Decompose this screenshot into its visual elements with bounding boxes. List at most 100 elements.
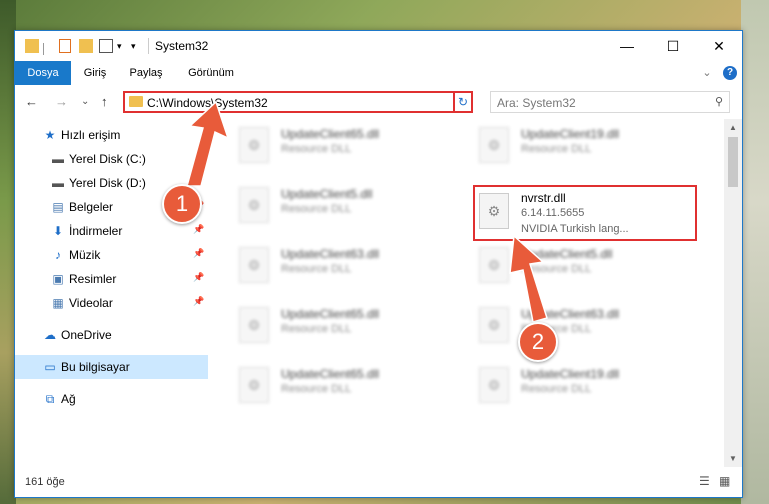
downloads-icon: ⬇	[52, 224, 64, 238]
recent-locations-icon[interactable]: ⌄	[81, 96, 89, 107]
tab-giris[interactable]: Giriş	[75, 61, 115, 85]
sidebar-item-label: Yerel Disk (C:)	[69, 152, 146, 166]
address-bar[interactable]: C:\Windows\System32 ⌄	[123, 91, 472, 113]
large-icons-view-icon[interactable]: ▦	[719, 474, 730, 488]
sidebar-item-local-disk-c[interactable]: ▬ Yerel Disk (C:)	[15, 147, 208, 171]
file-item[interactable]: ⚙ UpdateClient63.dll Resource DLL	[479, 303, 709, 347]
sidebar-item-videos[interactable]: ▦ Videolar 📌	[15, 291, 208, 315]
file-type: Resource DLL	[521, 143, 592, 155]
address-path: C:\Windows\System32	[147, 96, 268, 110]
file-type: Resource DLL	[281, 203, 352, 215]
ribbon-tabs: Dosya Giriş Paylaş Görünüm ⌄ ?	[15, 61, 742, 86]
folder-icon	[25, 39, 39, 53]
star-icon: ★	[44, 128, 56, 142]
file-item[interactable]: ⚙ UpdateClient63.dll Resource DLL	[239, 243, 469, 287]
tab-paylas[interactable]: Paylaş	[121, 61, 171, 85]
pin-icon: 📌	[193, 224, 205, 234]
dll-file-icon: ⚙	[239, 127, 269, 163]
ribbon-expand-icon[interactable]: ⌄	[699, 61, 715, 85]
file-type: Resource DLL	[521, 263, 592, 275]
dll-file-icon: ⚙	[479, 247, 509, 283]
videos-icon: ▦	[52, 296, 64, 310]
tab-gorunum[interactable]: Görünüm	[179, 61, 243, 85]
dll-file-icon: ⚙	[479, 307, 509, 343]
step-badge-2: 2	[518, 322, 558, 362]
help-icon[interactable]: ?	[723, 66, 737, 80]
up-arrow-icon[interactable]: ↑	[101, 94, 108, 109]
file-item[interactable]: ⚙ UpdateClient5.dll Resource DLL	[239, 183, 469, 227]
sidebar-item-music[interactable]: ♪ Müzik 📌	[15, 243, 208, 267]
file-type: Resource DLL	[281, 263, 352, 275]
pin-icon: 📌	[193, 272, 205, 282]
sidebar-item-label: OneDrive	[61, 328, 112, 342]
sidebar-item-pictures[interactable]: ▣ Resimler 📌	[15, 267, 208, 291]
file-explorer-window: ▾ ▾ System32 — ☐ ✕ Dosya Giriş Paylaş Gö…	[14, 30, 743, 498]
properties-icon[interactable]	[59, 39, 71, 53]
search-icon[interactable]: ⚲	[715, 95, 723, 108]
quick-access-dropdown-icon[interactable]: ▾	[131, 41, 136, 55]
minimize-button[interactable]: —	[604, 31, 650, 61]
file-type: Resource DLL	[521, 383, 592, 395]
sidebar-item-quick-access[interactable]: ★ Hızlı erişim	[15, 123, 208, 147]
file-name: UpdateClient65.dll	[281, 307, 380, 321]
file-type: Resource DLL	[281, 383, 352, 395]
new-folder-icon[interactable]	[79, 39, 93, 53]
file-item[interactable]: ⚙ UpdateClient65.dll Resource DLL	[239, 123, 469, 167]
pin-icon: 📌	[193, 296, 205, 306]
status-bar: 161 öğe ☰ ▦	[15, 467, 742, 497]
pin-icon: 📌	[193, 176, 205, 186]
highlight-box	[473, 185, 697, 241]
window-title: System32	[155, 39, 209, 53]
file-name: UpdateClient19.dll	[521, 127, 620, 141]
file-item[interactable]: ⚙ UpdateClient5.dll Resource DLL	[479, 243, 709, 287]
search-placeholder: Ara: System32	[497, 96, 576, 110]
drive-icon: ▬	[52, 176, 64, 190]
file-name: UpdateClient65.dll	[281, 367, 380, 381]
vertical-scrollbar[interactable]: ▲ ▼	[724, 119, 742, 467]
dll-file-icon: ⚙	[479, 127, 509, 163]
sidebar-item-label: Yerel Disk (D:)	[69, 176, 146, 190]
music-icon: ♪	[55, 248, 61, 262]
file-item[interactable]: ⚙ UpdateClient65.dll Resource DLL	[239, 303, 469, 347]
scroll-up-icon[interactable]: ▲	[724, 123, 742, 132]
sidebar-item-label: Hızlı erişim	[61, 128, 121, 142]
customize-toolbar-icon[interactable]	[99, 39, 113, 53]
desktop-background-right	[741, 0, 769, 504]
sidebar-item-label: Resimler	[69, 272, 117, 286]
file-name: UpdateClient63.dll	[281, 247, 380, 261]
navigation-pane: ★ Hızlı erişim ▬ Yerel Disk (C:) ▬ Yerel…	[15, 119, 208, 467]
forward-arrow-icon[interactable]: →	[55, 94, 68, 109]
dll-file-icon: ⚙	[239, 247, 269, 283]
dll-file-icon: ⚙	[479, 367, 509, 403]
details-view-icon[interactable]: ☰	[699, 474, 710, 488]
search-box[interactable]: Ara: System32 ⚲	[490, 91, 730, 113]
close-button[interactable]: ✕	[696, 31, 742, 61]
network-icon: ⧉	[45, 392, 55, 406]
step-badge-1: 1	[162, 184, 202, 224]
file-type: Resource DLL	[281, 323, 352, 335]
sidebar-item-this-pc[interactable]: ▭ Bu bilgisayar	[15, 355, 208, 379]
scroll-down-icon[interactable]: ▼	[724, 454, 742, 463]
navigation-bar: ← → ⌄ ↑ C:\Windows\System32 ⌄ ↻ Ara: Sys…	[15, 85, 742, 119]
folder-icon	[129, 96, 143, 107]
title-bar: ▾ ▾ System32 — ☐ ✕	[15, 31, 742, 61]
sidebar-item-label: Ağ	[61, 392, 76, 406]
sidebar-item-label: Bu bilgisayar	[61, 360, 130, 374]
sidebar-item-label: Müzik	[69, 248, 101, 262]
file-item[interactable]: ⚙ UpdateClient19.dll Resource DLL	[479, 363, 709, 407]
dll-file-icon: ⚙	[239, 307, 269, 343]
refresh-button[interactable]: ↻	[453, 91, 473, 113]
pictures-icon: ▣	[52, 272, 64, 286]
sidebar-item-network[interactable]: ⧉ Ağ	[15, 387, 208, 411]
sidebar-item-label: Belgeler	[69, 200, 114, 214]
back-arrow-icon[interactable]: ←	[25, 94, 38, 109]
maximize-button[interactable]: ☐	[650, 31, 696, 61]
toolbar-dropdown-icon[interactable]: ▾	[117, 41, 122, 55]
file-name: UpdateClient5.dll	[281, 187, 373, 201]
file-item[interactable]: ⚙ UpdateClient65.dll Resource DLL	[239, 363, 469, 407]
sidebar-item-onedrive[interactable]: ☁ OneDrive	[15, 323, 208, 347]
scrollbar-thumb[interactable]	[728, 137, 738, 187]
item-count: 161 öğe	[25, 476, 65, 488]
tab-dosya[interactable]: Dosya	[15, 61, 71, 85]
file-item[interactable]: ⚙ UpdateClient19.dll Resource DLL	[479, 123, 709, 167]
